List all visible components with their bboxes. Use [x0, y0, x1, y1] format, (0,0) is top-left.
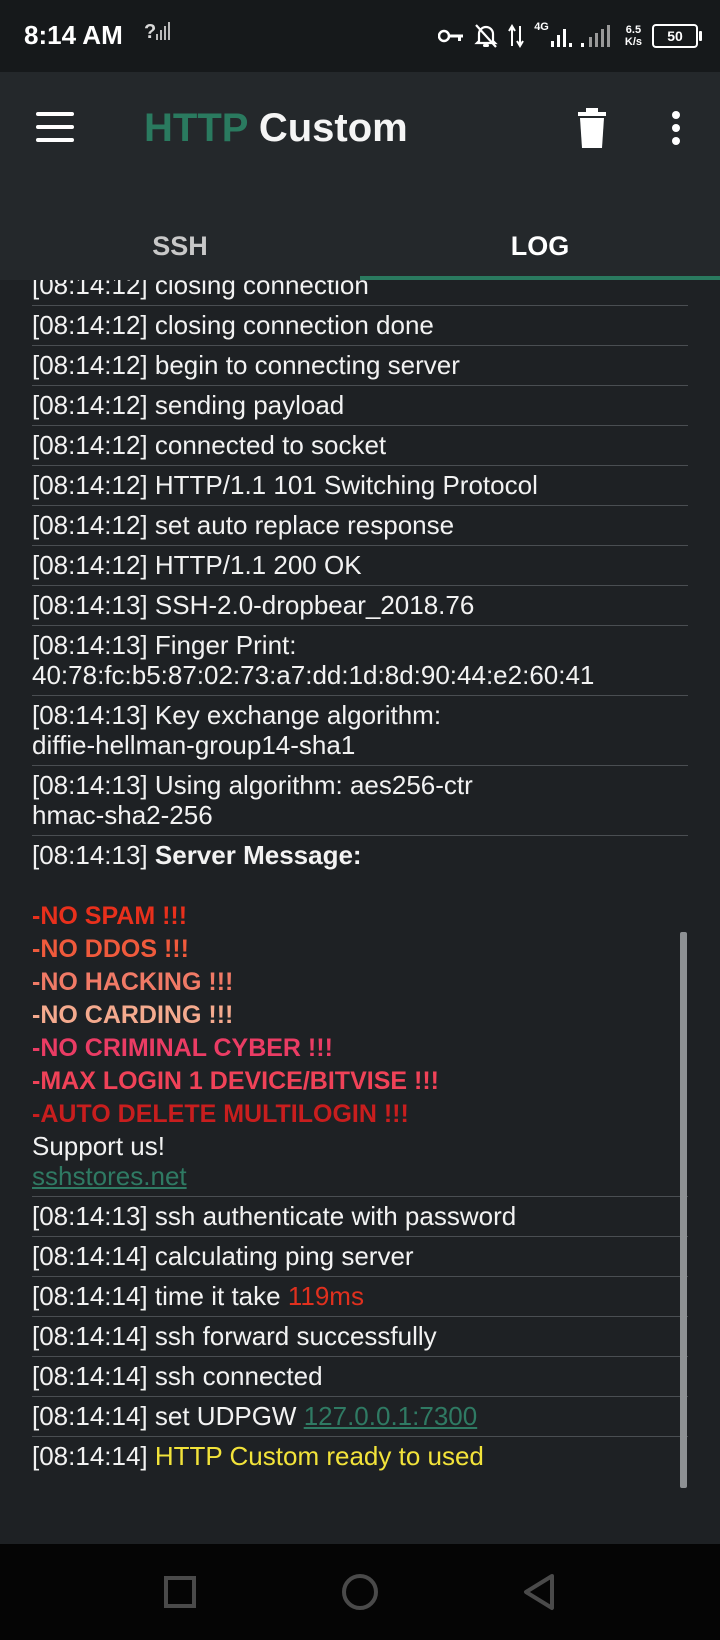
log-time: [08:14:12] — [32, 310, 148, 340]
log-row: [08:14:13] Key exchange algorithm: diffi… — [32, 696, 688, 766]
log-text: set auto replace response — [154, 510, 455, 540]
ping-value: 119ms — [287, 1281, 364, 1311]
ready-message: HTTP Custom ready to used — [154, 1441, 484, 1471]
home-circle-icon[interactable] — [340, 1572, 380, 1612]
log-text: SSH-2.0-dropbear_2018.76 — [154, 590, 475, 620]
signal-icon — [550, 25, 610, 47]
log-time: [08:14:14] — [32, 1361, 148, 1391]
log-time: [08:14:13] — [32, 840, 148, 870]
status-bar: 8:14 AM ? 4G 6.5 K/s 50 — [0, 0, 720, 72]
log-list: [08:14:12] closing connection [08:14:12]… — [32, 280, 688, 1476]
app-title: HTTP Custom — [144, 106, 408, 151]
log-row: [08:14:12] connected to socket — [32, 426, 688, 466]
server-rule-line: -NO CARDING !!! — [32, 1001, 234, 1029]
log-text: HTTP/1.1 101 Switching Protocol — [154, 470, 538, 500]
net-speed-unit: K/s — [624, 36, 642, 48]
data-transfer-icon — [508, 24, 525, 48]
log-row: [08:14:12] HTTP/1.1 200 OK — [32, 546, 688, 586]
log-text: sending payload — [154, 390, 345, 420]
hamburger-menu-icon[interactable] — [36, 112, 76, 146]
log-text: calculating ping server — [154, 1241, 414, 1271]
log-row-udpgw: [08:14:14] set UDPGW 127.0.0.1:7300 — [32, 1397, 688, 1437]
log-row: [08:14:13] Finger Print: 40:78:fc:b5:87:… — [32, 626, 688, 696]
log-text: HTTP/1.1 200 OK — [154, 550, 362, 580]
log-time: [08:14:14] — [32, 1241, 148, 1271]
log-time: [08:14:13] — [32, 590, 148, 620]
signal-unknown-icon: ? — [144, 20, 171, 44]
log-time: [08:14:12] — [32, 430, 148, 460]
log-text: ssh forward successfully — [154, 1321, 437, 1351]
log-row: [08:14:14] calculating ping server — [32, 1237, 688, 1277]
log-row: [08:14:12] set auto replace response — [32, 506, 688, 546]
log-text: time it take — [154, 1281, 281, 1311]
log-row: [08:14:12] sending payload — [32, 386, 688, 426]
log-row: [08:14:14] ssh connected — [32, 1357, 688, 1397]
log-row: [08:14:14] ssh forward successfully — [32, 1317, 688, 1357]
vpn-key-icon — [438, 29, 464, 43]
server-rule-line: -NO CRIMINAL CYBER !!! — [32, 1034, 333, 1062]
log-time: [08:14:14] — [32, 1321, 148, 1351]
trash-icon[interactable] — [576, 108, 608, 148]
battery-icon: 50 — [652, 24, 702, 48]
recents-square-icon[interactable] — [160, 1572, 200, 1612]
more-vert-icon[interactable] — [666, 110, 686, 150]
app-bar: HTTP Custom SSH LOG — [0, 72, 720, 280]
log-time: [08:14:14] — [32, 1441, 148, 1471]
log-time: [08:14:12] — [32, 350, 148, 380]
log-time: [08:14:14] — [32, 1401, 148, 1431]
status-time: 8:14 AM — [24, 20, 123, 50]
log-row: [08:14:12] closing connection — [32, 280, 688, 306]
log-time: [08:14:13] — [32, 770, 148, 800]
log-time: [08:14:14] — [32, 1281, 148, 1311]
log-scrollbar[interactable] — [680, 932, 687, 1488]
log-row: [08:14:13] Using algorithm: aes256-ctr h… — [32, 766, 688, 836]
log-time: [08:14:12] — [32, 390, 148, 420]
notifications-off-icon — [474, 24, 498, 48]
tab-ssh[interactable]: SSH — [0, 222, 360, 286]
log-text: connected to socket — [154, 430, 387, 460]
log-row: [08:14:12] begin to connecting server — [32, 346, 688, 386]
net-speed-value: 6.5 — [625, 24, 642, 36]
log-row-ping: [08:14:14] time it take 119ms — [32, 1277, 688, 1317]
log-row: [08:14:12] closing connection done — [32, 306, 688, 346]
signal-unknown-label: ? — [144, 21, 157, 43]
udpgw-address[interactable]: 127.0.0.1:7300 — [304, 1401, 478, 1431]
back-triangle-icon[interactable] — [520, 1572, 560, 1612]
app-title-custom: Custom — [258, 106, 408, 150]
signal-4g-icon: 4G — [534, 21, 549, 33]
log-row: [08:14:12] HTTP/1.1 101 Switching Protoc… — [32, 466, 688, 506]
log-time: [08:14:12] — [32, 510, 148, 540]
app-title-http: HTTP — [144, 106, 248, 150]
log-text: closing connection done — [154, 310, 434, 340]
server-rule-line: -NO DDOS !!! — [32, 935, 189, 963]
log-panel[interactable]: [08:14:12] closing connection [08:14:12]… — [0, 280, 720, 1544]
log-text: ssh authenticate with password — [154, 1201, 517, 1231]
server-message-block: [08:14:13] Server Message: -NO SPAM !!! -… — [32, 836, 688, 1197]
net-speed: 6.5 K/s — [625, 24, 642, 48]
log-time: [08:14:12] — [32, 470, 148, 500]
log-row-ready: [08:14:14] HTTP Custom ready to used — [32, 1437, 688, 1476]
log-text: begin to connecting server — [154, 350, 460, 380]
server-message-label: Server Message: — [154, 840, 362, 870]
log-text: set UDPGW — [154, 1401, 297, 1431]
server-rule-line: -NO HACKING !!! — [32, 968, 234, 996]
server-rule-line: -MAX LOGIN 1 DEVICE/BITVISE !!! — [32, 1067, 439, 1095]
sshstores-link[interactable]: sshstores.net — [32, 1161, 187, 1191]
log-time: [08:14:12] — [32, 550, 148, 580]
log-time: [08:14:13] — [32, 1201, 148, 1231]
log-time: [08:14:13] — [32, 630, 148, 660]
system-nav-bar — [0, 1544, 720, 1640]
server-rule-line: -NO SPAM !!! — [32, 902, 188, 930]
log-row: [08:14:13] ssh authenticate with passwor… — [32, 1197, 688, 1237]
server-rule-line: -AUTO DELETE MULTILOGIN !!! — [32, 1100, 409, 1128]
support-text: Support us! — [32, 1131, 165, 1161]
log-text: ssh connected — [154, 1361, 323, 1391]
log-row: [08:14:13] SSH-2.0-dropbear_2018.76 — [32, 586, 688, 626]
log-time: [08:14:13] — [32, 700, 148, 730]
battery-level: 50 — [667, 28, 683, 44]
